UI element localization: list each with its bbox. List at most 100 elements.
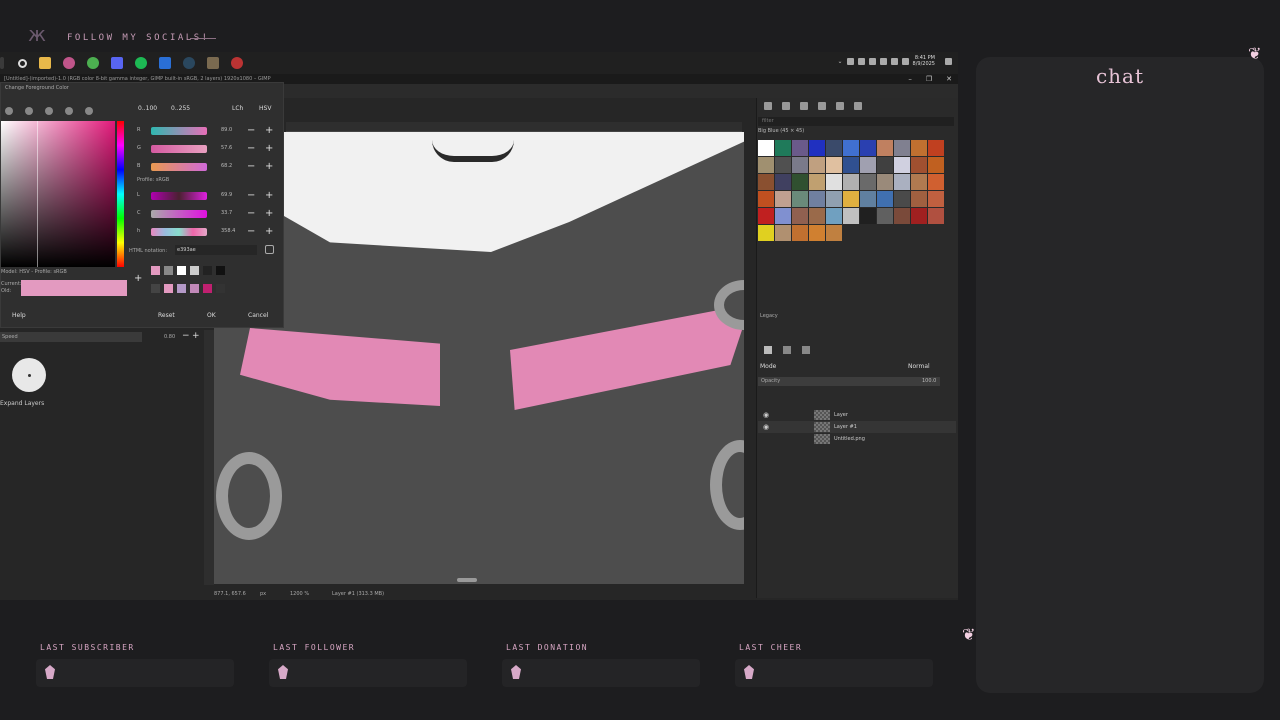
triangle-selector-icon[interactable] xyxy=(45,107,53,115)
spotify-icon[interactable] xyxy=(135,57,147,69)
decrement-button[interactable]: − xyxy=(247,190,255,201)
slider-c[interactable]: C 33.7 − + xyxy=(135,208,279,219)
pattern-swatch[interactable] xyxy=(911,140,927,156)
layer-row[interactable]: ◉ Layer xyxy=(758,409,956,421)
unit-select[interactable]: px xyxy=(260,591,266,597)
pattern-swatch[interactable] xyxy=(758,208,774,224)
pattern-swatch[interactable] xyxy=(826,140,842,156)
pattern-swatch[interactable] xyxy=(860,157,876,173)
range-0-255-button[interactable]: 0..255 xyxy=(171,105,190,112)
history-swatch[interactable] xyxy=(216,266,225,275)
slider-g[interactable]: G 57.6 − + xyxy=(135,143,279,154)
decrement-button[interactable]: − xyxy=(247,125,255,136)
pattern-swatch[interactable] xyxy=(758,225,774,241)
pattern-swatch[interactable] xyxy=(843,191,859,207)
pattern-swatch[interactable] xyxy=(758,174,774,190)
slider-value[interactable]: 33.7 xyxy=(221,210,232,216)
pattern-swatch[interactable] xyxy=(809,157,825,173)
pattern-swatch[interactable] xyxy=(809,208,825,224)
history-swatch[interactable] xyxy=(203,284,212,293)
lch-button[interactable]: LCh xyxy=(232,105,243,112)
saturation-value-picker[interactable] xyxy=(1,121,115,267)
pattern-swatch[interactable] xyxy=(792,174,808,190)
history-swatch[interactable] xyxy=(177,284,186,293)
pattern-swatch[interactable] xyxy=(826,208,842,224)
pattern-swatch[interactable] xyxy=(877,157,893,173)
visibility-eye-icon[interactable]: ◉ xyxy=(763,423,769,431)
pattern-swatch[interactable] xyxy=(894,157,910,173)
opacity-slider[interactable]: Opacity xyxy=(758,377,940,386)
pattern-swatch[interactable] xyxy=(877,174,893,190)
brushes-icon[interactable] xyxy=(764,102,772,110)
slider-bar[interactable] xyxy=(151,228,207,236)
add-to-history-button[interactable]: + xyxy=(134,273,142,284)
channels-tab-icon[interactable] xyxy=(783,346,791,354)
history-swatch[interactable] xyxy=(190,284,199,293)
layer-row[interactable]: Untitled.png xyxy=(758,433,956,445)
decrement-button[interactable]: − xyxy=(247,208,255,219)
pattern-swatch[interactable] xyxy=(792,225,808,241)
hue-slider[interactable] xyxy=(117,121,124,267)
slider-bar[interactable] xyxy=(151,127,207,135)
search-icon[interactable] xyxy=(18,58,27,68)
history-swatch[interactable] xyxy=(151,284,160,293)
history-swatch[interactable] xyxy=(164,266,173,275)
mode-select[interactable]: Normal xyxy=(908,363,930,370)
pattern-swatch[interactable] xyxy=(928,174,944,190)
pattern-swatch[interactable] xyxy=(809,225,825,241)
gimp-selector-icon[interactable] xyxy=(5,107,13,115)
pattern-swatch[interactable] xyxy=(843,208,859,224)
vertical-ruler[interactable] xyxy=(204,330,214,585)
slider-value[interactable]: 68.2 xyxy=(221,163,232,169)
history-swatch[interactable] xyxy=(216,284,225,293)
pattern-swatch[interactable] xyxy=(826,191,842,207)
obs-icon[interactable] xyxy=(231,57,243,69)
paths-tab-icon[interactable] xyxy=(802,346,810,354)
eyedropper-icon[interactable] xyxy=(265,245,274,254)
pattern-swatch[interactable] xyxy=(860,191,876,207)
pattern-swatch[interactable] xyxy=(775,174,791,190)
pattern-swatch[interactable] xyxy=(809,191,825,207)
hsv-button[interactable]: HSV xyxy=(259,105,271,112)
palette-icon[interactable] xyxy=(836,102,844,110)
speed-slider[interactable]: Speed xyxy=(0,332,142,342)
legacy-label[interactable]: Legacy xyxy=(760,313,778,319)
speed-decrement-button[interactable]: − xyxy=(182,331,190,341)
pattern-swatch[interactable] xyxy=(911,174,927,190)
increment-button[interactable]: + xyxy=(265,226,273,237)
visibility-eye-icon[interactable]: ◉ xyxy=(763,411,769,419)
pattern-swatch[interactable] xyxy=(860,140,876,156)
pattern-swatch[interactable] xyxy=(775,157,791,173)
pattern-swatch[interactable] xyxy=(775,225,791,241)
increment-button[interactable]: + xyxy=(265,190,273,201)
tray-icon[interactable] xyxy=(857,57,865,65)
help-button[interactable]: Help xyxy=(12,312,26,319)
html-notation-input[interactable]: e393ae xyxy=(175,245,257,255)
image-canvas[interactable] xyxy=(214,132,744,584)
pattern-swatch[interactable] xyxy=(911,157,927,173)
gimp-icon[interactable] xyxy=(207,57,219,69)
patterns-icon[interactable] xyxy=(782,102,790,110)
pattern-swatch[interactable] xyxy=(775,140,791,156)
pattern-swatch[interactable] xyxy=(826,225,842,241)
pattern-swatch[interactable] xyxy=(843,157,859,173)
wheel-selector-icon[interactable] xyxy=(65,107,73,115)
maximize-icon[interactable]: ❐ xyxy=(926,74,932,84)
pattern-swatch[interactable] xyxy=(928,157,944,173)
slider-value[interactable]: 69.9 xyxy=(221,192,232,198)
pattern-swatch[interactable] xyxy=(809,174,825,190)
reset-button[interactable]: Reset xyxy=(158,312,175,319)
horizontal-ruler[interactable] xyxy=(286,122,742,132)
pattern-swatch[interactable] xyxy=(894,191,910,207)
clock[interactable]: 8:41 PM 8/9/2025 xyxy=(913,55,935,67)
notifications-icon[interactable] xyxy=(945,57,952,65)
layer-row[interactable]: ◉ Layer #1 xyxy=(758,421,956,433)
increment-button[interactable]: + xyxy=(265,143,273,154)
slider-bar[interactable] xyxy=(151,145,207,153)
pattern-swatch[interactable] xyxy=(877,191,893,207)
cancel-button[interactable]: Cancel xyxy=(248,312,268,319)
increment-button[interactable]: + xyxy=(265,208,273,219)
watercolor-selector-icon[interactable] xyxy=(85,107,93,115)
decrement-button[interactable]: − xyxy=(247,226,255,237)
layer-name[interactable]: Layer xyxy=(834,412,848,418)
